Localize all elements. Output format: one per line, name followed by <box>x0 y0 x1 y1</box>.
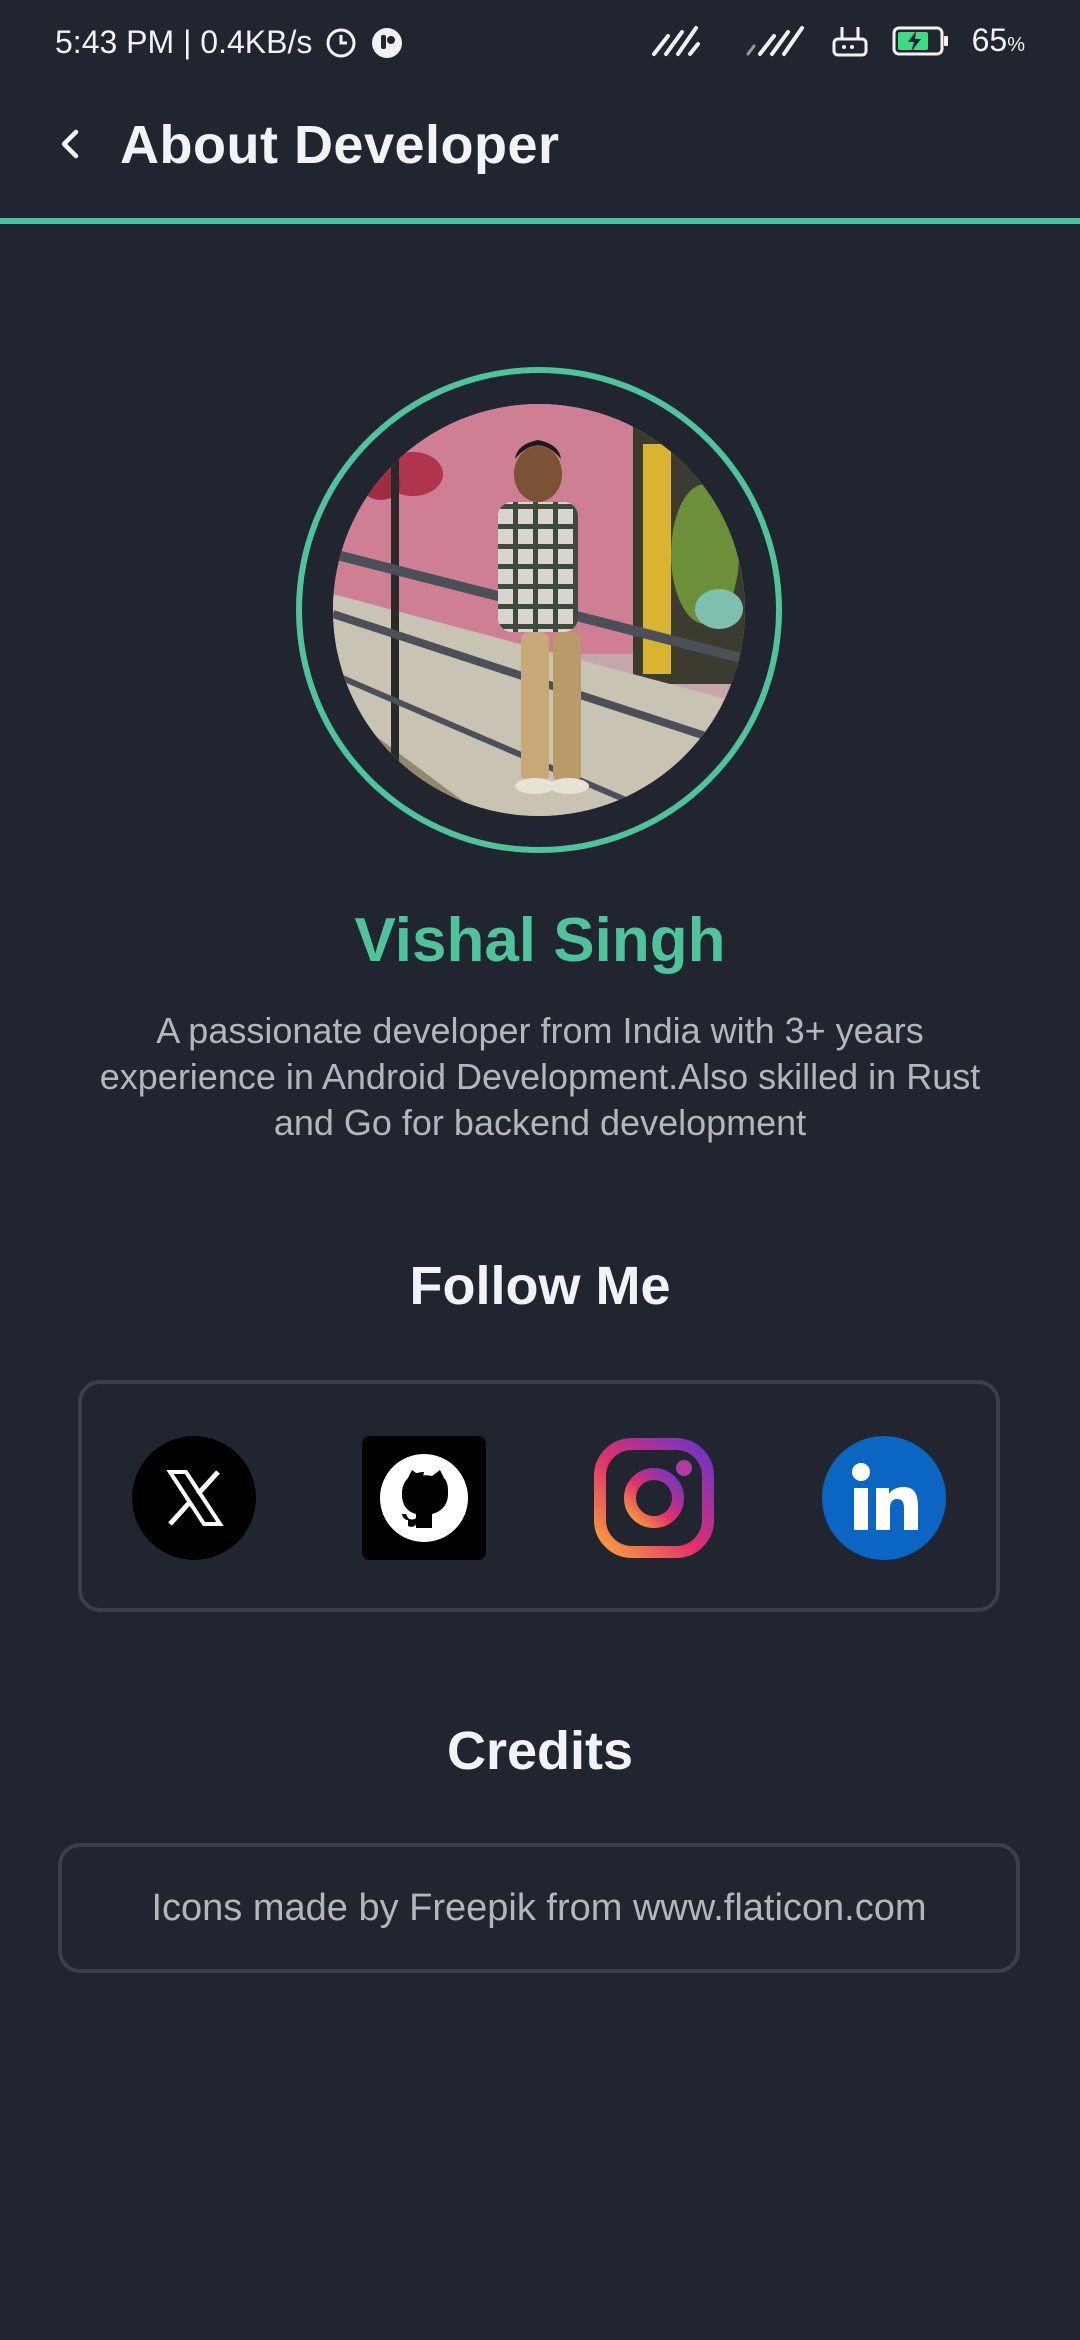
status-time-speed: 5:43 PM | 0.4KB/s <box>55 24 313 60</box>
status-bar: 5:43 PM | 0.4KB/s 65% <box>0 0 1080 96</box>
developer-bio: A passionate developer from India with 3… <box>99 1010 981 1143</box>
battery-level: 65% <box>971 22 1025 58</box>
toolbar-divider <box>0 218 1080 224</box>
router-icon <box>830 23 870 59</box>
alarm-icon <box>324 26 358 60</box>
x-twitter-link[interactable] <box>132 1436 256 1560</box>
app-toolbar: About Developer <box>0 96 1080 218</box>
back-button[interactable] <box>40 116 100 176</box>
credits-title: Credits <box>446 1721 634 1781</box>
status-right: 65% <box>650 22 1025 59</box>
page-title: About Developer <box>120 115 560 175</box>
credits-card: Icons made by Freepik from www.flaticon.… <box>58 1843 1020 1973</box>
github-link[interactable] <box>362 1436 486 1560</box>
credits-text: Icons made by Freepik from www.flaticon.… <box>151 1886 927 1929</box>
battery-icon <box>892 24 950 58</box>
social-links-card <box>78 1380 1000 1612</box>
status-left: 5:43 PM | 0.4KB/s <box>55 24 404 61</box>
github-icon <box>362 1436 486 1560</box>
x-twitter-icon <box>132 1436 256 1560</box>
linkedin-link[interactable] <box>822 1436 946 1560</box>
notification-app-icon <box>370 26 404 60</box>
instagram-icon <box>592 1436 716 1560</box>
linkedin-icon <box>822 1436 946 1560</box>
chevron-left-icon <box>50 124 90 169</box>
avatar <box>333 404 745 816</box>
signal-2-icon <box>744 24 808 58</box>
instagram-link[interactable] <box>592 1436 716 1560</box>
follow-me-title: Follow Me <box>409 1256 671 1316</box>
avatar-ring <box>296 367 782 853</box>
signal-icon <box>650 24 702 58</box>
developer-name: Vishal Singh <box>354 906 726 975</box>
